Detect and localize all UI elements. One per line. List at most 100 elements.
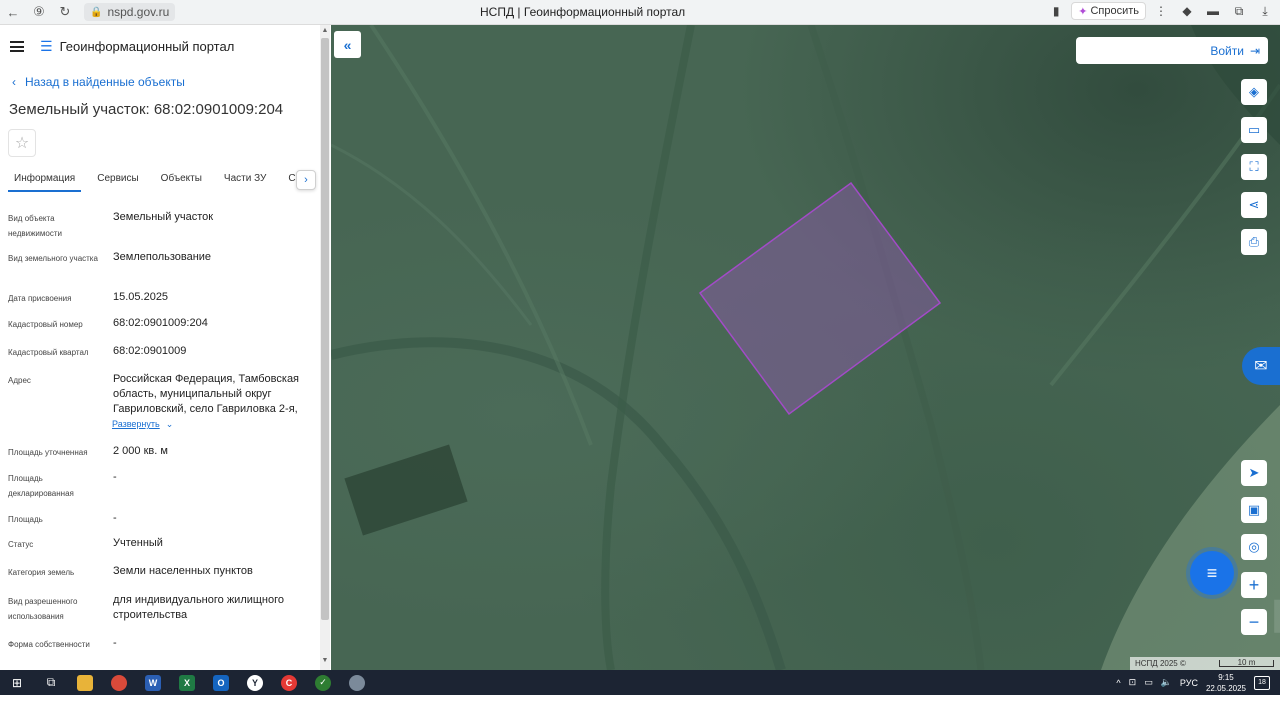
field-value: Землепользование <box>113 251 212 263</box>
field-value: 15.05.2025 <box>113 291 169 303</box>
task-view-icon[interactable]: ⧉ <box>34 670 68 695</box>
minimap-icon[interactable]: ▣ <box>1241 497 1267 523</box>
volume-icon[interactable]: 🔈 <box>1161 677 1172 688</box>
tab-parts[interactable]: Части ЗУ <box>218 170 272 194</box>
yandex-browser-icon[interactable]: Y <box>238 670 272 695</box>
field-value: Земельный участок <box>113 211 214 223</box>
login-label: Войти <box>1210 43 1244 58</box>
field-label: Адрес <box>8 376 31 385</box>
excel-icon[interactable]: X <box>170 670 204 695</box>
scroll-down-arrow-icon[interactable]: ▼ <box>321 657 329 664</box>
browser-toolbar: ← ⑨ ↻ 🔒 nspd.gov.ru НСПД | Геоинформацио… <box>0 0 1280 25</box>
display-icon[interactable]: ▭ <box>1144 677 1153 688</box>
satellite-map[interactable]: ЦИАН ID 318252596 <box>331 25 1280 670</box>
address-value: Российская Федерация, Тамбовская область… <box>113 373 300 415</box>
field-value: Земли населенных пунктов <box>113 565 253 577</box>
windows-taskbar: ⊞ ⧉ W X O Y C ✓ ^ ⊡ ▭ 🔈 РУС 9:15 22.05.2… <box>0 670 1280 695</box>
more-menu-icon[interactable]: ⋮ <box>1150 4 1172 18</box>
yandex-icon[interactable]: ⑨ <box>26 4 52 20</box>
notifications-icon[interactable]: 18 <box>1254 675 1270 690</box>
shield-icon[interactable]: ▬ <box>1202 4 1224 18</box>
app3-icon[interactable] <box>340 670 374 695</box>
extension-icon[interactable]: ◆ <box>1176 4 1198 18</box>
login-button[interactable]: Войти ⇥ <box>1076 37 1268 64</box>
share-icon[interactable]: ⋖ <box>1241 192 1267 218</box>
page-title: Земельный участок: 68:02:0901009:204 <box>9 101 284 118</box>
attribution-text: НСПД 2025 © <box>1135 659 1186 668</box>
geolocation-icon[interactable]: ◎ <box>1241 534 1267 560</box>
ask-button[interactable]: ✦ Спросить <box>1071 2 1146 20</box>
tabs-scroll-right-button[interactable]: › <box>296 170 316 190</box>
collapse-panel-button[interactable]: « <box>334 31 361 58</box>
chevron-left-icon: ‹ <box>12 75 16 89</box>
security-icon[interactable]: ✓ <box>306 670 340 695</box>
area-select-icon[interactable]: ⛶ <box>1241 154 1267 180</box>
windows-start-icon[interactable]: ⊞ <box>0 670 34 695</box>
field-value: - <box>113 512 117 524</box>
watermark-text: ЦИАН <box>1271 591 1280 644</box>
clock-time: 9:15 <box>1218 672 1234 682</box>
field-value: - <box>113 637 117 649</box>
clock-date: 22.05.2025 <box>1205 683 1246 693</box>
navigate-icon[interactable]: ➤ <box>1241 460 1267 486</box>
field-label: Дата присвоения <box>8 294 72 303</box>
field-label: Площадь <box>8 515 43 524</box>
field-label: Форма собственности <box>8 640 90 649</box>
puzzle-icon[interactable]: ⧉ <box>1228 4 1250 19</box>
url-text: nspd.gov.ru <box>107 5 170 19</box>
ask-label: Спросить <box>1090 5 1139 17</box>
field-label: Кадастровый квартал <box>8 348 89 357</box>
zoom-out-icon[interactable]: − <box>1241 609 1267 635</box>
clock[interactable]: 9:15 22.05.2025 <box>1206 672 1246 694</box>
zoom-in-icon[interactable]: + <box>1241 572 1267 598</box>
panel-header: ☰ Геоинформационный портал <box>10 38 234 55</box>
tray-chevron-up-icon[interactable]: ^ <box>1116 678 1120 688</box>
field-label: Площадь декларированная <box>8 474 74 498</box>
system-tray: ^ ⊡ ▭ 🔈 РУС 9:15 22.05.2025 18 <box>1116 670 1270 695</box>
scroll-up-arrow-icon[interactable]: ▲ <box>321 27 329 34</box>
address-bar[interactable]: 🔒 nspd.gov.ru <box>84 3 176 21</box>
language-indicator[interactable]: РУС <box>1180 678 1198 688</box>
back-link[interactable]: ‹ Назад в найденные объекты <box>12 75 185 89</box>
app2-icon[interactable]: C <box>272 670 306 695</box>
panel-scrollbar-thumb[interactable] <box>321 38 329 620</box>
field-label: Вид разрешенного использования <box>8 597 78 621</box>
field-value: 2 000 кв. м <box>113 445 168 457</box>
object-info-panel: ☰ Геоинформационный портал ‹ Назад в най… <box>0 25 331 670</box>
ruler-icon[interactable]: ▭ <box>1241 117 1267 143</box>
field-value: - <box>113 471 117 483</box>
chevron-down-icon: ⌄ <box>165 419 174 429</box>
parcel-boundary[interactable] <box>331 25 1280 670</box>
feedback-icon[interactable]: ✉ <box>1242 347 1280 385</box>
field-value: 68:02:0901009:204 <box>113 317 208 329</box>
map-attribution: НСПД 2025 © 10 m <box>1130 657 1280 670</box>
field-label: Категория земель <box>8 568 75 577</box>
portal-logo-icon: ☰ <box>40 38 53 54</box>
field-label: Кадастровый номер <box>8 320 83 329</box>
network-icon[interactable]: ⊡ <box>1129 677 1137 688</box>
field-value: 68:02:0901009 <box>113 345 187 357</box>
scale-bar: 10 m <box>1219 659 1274 667</box>
app-icon[interactable] <box>102 670 136 695</box>
file-explorer-icon[interactable] <box>68 670 102 695</box>
tab-objects[interactable]: Объекты <box>155 170 208 194</box>
back-arrow-icon[interactable]: ← <box>0 5 26 20</box>
tab-title: НСПД | Геоинформационный портал <box>480 5 686 19</box>
tab-services[interactable]: Сервисы <box>91 170 144 194</box>
expand-link-label: Развернуть <box>112 419 160 429</box>
favorite-star-icon[interactable]: ☆ <box>8 129 36 157</box>
back-link-label: Назад в найденные объекты <box>25 75 185 89</box>
word-icon[interactable]: W <box>136 670 170 695</box>
expand-link[interactable]: Развернуть ⌄ <box>112 419 173 430</box>
chat-icon[interactable]: ≡ <box>1190 551 1234 595</box>
reload-icon[interactable]: ↻ <box>52 4 78 20</box>
outlook-icon[interactable]: O <box>204 670 238 695</box>
app-title: Геоинформационный портал <box>59 39 235 54</box>
bookmark-icon[interactable]: ▮ <box>1045 4 1067 18</box>
print-icon[interactable]: ⎙ <box>1241 229 1267 255</box>
field-value: для индивидуального жилищного строительс… <box>113 594 285 621</box>
layers-icon[interactable]: ◈ <box>1241 79 1267 105</box>
hamburger-icon[interactable] <box>10 41 24 52</box>
download-icon[interactable]: ⤓ <box>1254 4 1276 19</box>
tab-information[interactable]: Информация <box>8 170 82 192</box>
